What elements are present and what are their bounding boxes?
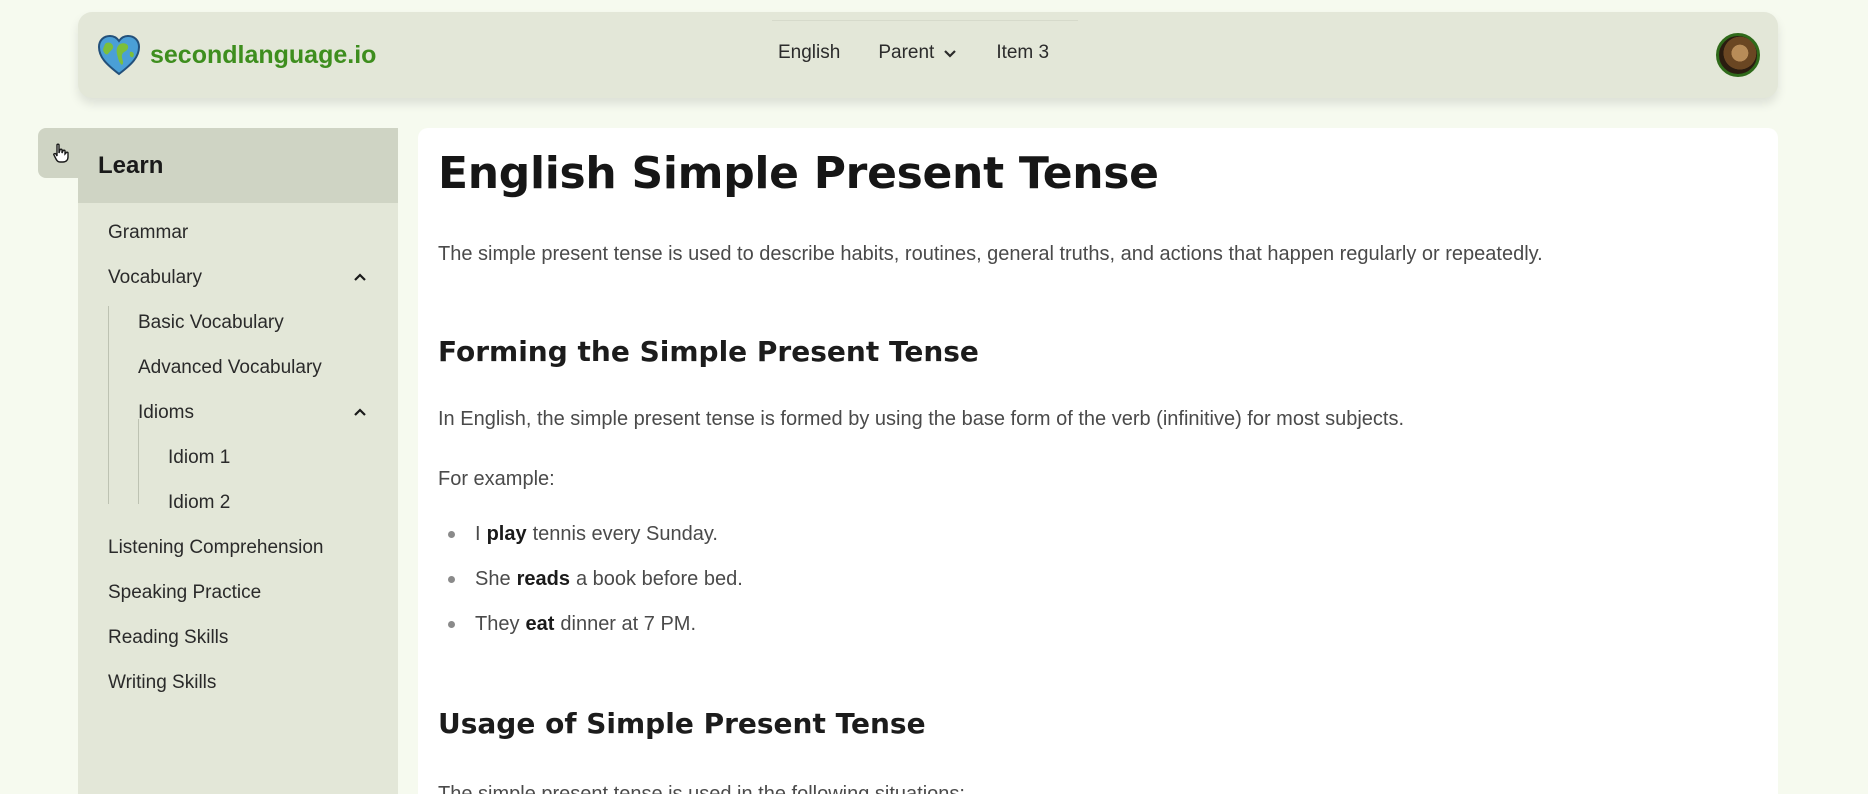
menu-item-label: Parent — [878, 42, 935, 63]
page-title: English Simple Present Tense — [438, 148, 1159, 199]
sidebar: Learn Grammar Vocabulary Basic Vocabular… — [78, 128, 398, 794]
sidebar-item-label: Basic Vocabulary — [138, 311, 284, 333]
menu-divider — [772, 20, 1078, 21]
sidebar-item-advanced-vocabulary[interactable]: Advanced Vocabulary — [138, 345, 368, 390]
example-before: She — [475, 568, 511, 591]
example-after: a book before bed. — [575, 568, 743, 591]
tree-line-vocabulary — [108, 306, 109, 504]
sidebar-item-label: Listening Comprehension — [108, 536, 324, 558]
sidebar-item-label: Idioms — [138, 401, 194, 423]
sidebar-item-label: Grammar — [108, 221, 189, 243]
chevron-up-icon[interactable] — [352, 405, 368, 421]
chevron-up-icon[interactable] — [352, 270, 368, 286]
article-intro: The simple present tense is used to desc… — [438, 242, 1543, 265]
example-verb: play — [486, 523, 527, 546]
sidebar-item-speaking-practice[interactable]: Speaking Practice — [108, 570, 368, 615]
sidebar-item-label: Idiom 1 — [168, 446, 231, 468]
list-item: I play tennis every Sunday. — [438, 512, 1758, 557]
example-label: For example: — [438, 468, 555, 491]
example-verb: reads — [516, 568, 570, 591]
sidebar-item-basic-vocabulary[interactable]: Basic Vocabulary — [138, 300, 368, 345]
user-avatar[interactable] — [1716, 33, 1760, 77]
example-verb: eat — [525, 613, 555, 636]
sidebar-item-vocabulary[interactable]: Vocabulary — [108, 255, 368, 300]
sidebar-item-grammar[interactable]: Grammar — [108, 210, 368, 255]
menu-item-english[interactable]: English — [778, 42, 840, 64]
menu-item-label: English — [778, 42, 841, 63]
sidebar-item-label: Writing Skills — [108, 671, 217, 693]
example-list: I play tennis every Sunday. She reads a … — [438, 512, 1758, 647]
bullet-icon — [448, 576, 455, 584]
pointer-hand-icon — [53, 143, 69, 163]
example-before: They — [475, 613, 520, 636]
sidebar-item-reading-skills[interactable]: Reading Skills — [108, 615, 368, 660]
brand-name: secondlanguage.io — [150, 40, 377, 69]
sidebar-item-label: Speaking Practice — [108, 581, 262, 603]
example-before: I — [475, 523, 481, 546]
sidebar-title: Learn — [78, 128, 398, 203]
list-item: She reads a book before bed. — [438, 557, 1758, 602]
menu-item-item3[interactable]: Item 3 — [996, 42, 1049, 64]
example-after: dinner at 7 PM. — [560, 613, 696, 636]
sidebar-item-idiom-2[interactable]: Idiom 2 — [168, 480, 368, 525]
menu-item-parent[interactable]: Parent — [878, 42, 958, 64]
section-heading-forming: Forming the Simple Present Tense — [438, 334, 979, 368]
sidebar-item-listening-comprehension[interactable]: Listening Comprehension — [108, 525, 368, 570]
sidebar-item-label: Vocabulary — [108, 266, 203, 288]
sidebar-item-label: Advanced Vocabulary — [138, 356, 322, 378]
section-text-forming: In English, the simple present tense is … — [438, 408, 1405, 431]
chevron-down-icon — [944, 50, 957, 58]
section-text-usage: The simple present tense is used in the … — [438, 782, 965, 794]
heart-globe-logo-icon — [97, 34, 141, 76]
section-heading-usage: Usage of Simple Present Tense — [438, 707, 926, 741]
sidebar-item-idioms[interactable]: Idioms — [138, 390, 368, 435]
bullet-icon — [448, 531, 455, 539]
sidebar-item-writing-skills[interactable]: Writing Skills — [108, 660, 368, 705]
article-content: English Simple Present Tense The simple … — [418, 128, 1778, 794]
sidebar-toggle-button[interactable] — [38, 128, 82, 178]
top-navbar: secondlanguage.io English Parent Item 3 — [78, 12, 1778, 98]
bullet-icon — [448, 621, 455, 629]
sidebar-item-label: Idiom 2 — [168, 491, 231, 513]
menu-item-label: Item 3 — [996, 42, 1050, 63]
brand-link[interactable]: secondlanguage.io — [96, 32, 376, 78]
example-after: tennis every Sunday. — [532, 523, 718, 546]
sidebar-item-idiom-1[interactable]: Idiom 1 — [168, 435, 368, 480]
list-item: They eat dinner at 7 PM. — [438, 602, 1758, 647]
main-menu: English Parent Item 3 — [778, 42, 1087, 64]
sidebar-item-label: Reading Skills — [108, 626, 229, 648]
